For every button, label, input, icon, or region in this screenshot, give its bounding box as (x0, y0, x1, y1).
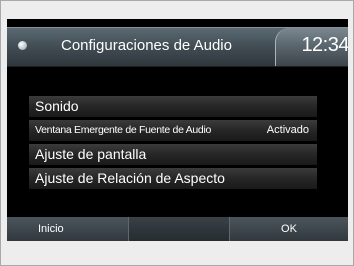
menu-item-sonido[interactable]: Sonido (29, 96, 317, 117)
menu-item-value: Activado (266, 124, 309, 136)
display-screen: Configuraciones de Audio 12:34 Sonido Ve… (7, 19, 348, 241)
menu-item-ajuste-pantalla[interactable]: Ajuste de pantalla (29, 144, 317, 165)
menu-item-label: Sonido (35, 98, 79, 114)
menu-item-ventana-emergente[interactable]: Ventana Emergente de Fuente de Audio Act… (29, 120, 317, 141)
menu-item-label: Ventana Emergente de Fuente de Audio (35, 124, 212, 136)
home-dot-icon[interactable] (18, 41, 27, 50)
menu-item-label: Ajuste de Relación de Aspecto (35, 170, 225, 186)
settings-menu: Sonido Ventana Emergente de Fuente de Au… (29, 96, 317, 192)
screenshot-frame: Configuraciones de Audio 12:34 Sonido Ve… (0, 0, 354, 266)
title-bar: Configuraciones de Audio 12:34 (7, 27, 348, 67)
menu-item-label: Ajuste de pantalla (35, 146, 147, 162)
page-title: Configuraciones de Audio (61, 37, 232, 54)
menu-item-relacion-aspecto[interactable]: Ajuste de Relación de Aspecto (29, 168, 317, 189)
clock: 12:34 (301, 34, 348, 56)
ok-button[interactable]: OK (229, 217, 348, 241)
clock-tab: 12:34 (275, 28, 348, 66)
bottom-bar: Inicio OK (7, 217, 348, 241)
inicio-button[interactable]: Inicio (7, 217, 129, 241)
